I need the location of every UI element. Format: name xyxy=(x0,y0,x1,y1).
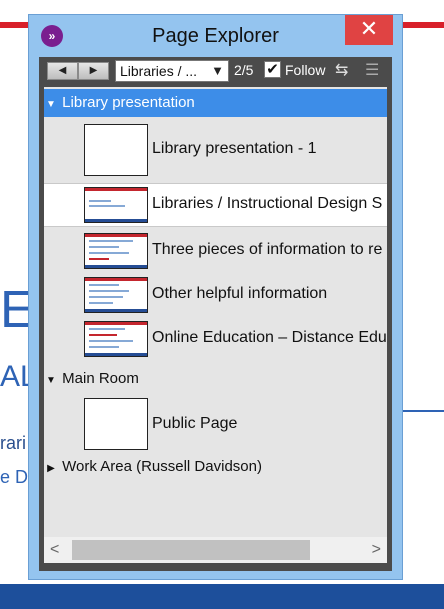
tree-page-item-selected[interactable]: Libraries / Instructional Design S xyxy=(44,183,387,227)
tree-group-label: Work Area (Russell Davidson) xyxy=(62,458,262,475)
scrollbar-thumb[interactable] xyxy=(72,540,310,560)
tree-page-label: Online Education – Distance Edu xyxy=(152,329,387,346)
background-text-line-2: e D xyxy=(0,467,29,487)
tree-page-label: Public Page xyxy=(152,415,238,432)
blank-page-thumbnail-icon xyxy=(84,398,148,450)
page-explorer-window: » Page Explorer ✕ ◀ ▶ Libraries / ... ▼ … xyxy=(28,14,403,580)
tree-page-label: Other helpful information xyxy=(152,285,328,302)
background-text-line-1: rari xyxy=(0,433,26,453)
slide-thumbnail-icon xyxy=(84,321,148,357)
page-select-dropdown[interactable]: Libraries / ... ▼ xyxy=(115,60,229,82)
next-page-button[interactable]: ▶ xyxy=(78,62,109,80)
horizontal-scrollbar[interactable]: < > xyxy=(44,537,387,563)
page-nav-group: ◀ ▶ xyxy=(47,62,109,80)
tree-page-item[interactable]: Library presentation - 1 xyxy=(44,121,387,179)
scroll-right-icon[interactable]: > xyxy=(372,541,381,559)
blank-page-thumbnail-icon xyxy=(84,124,148,176)
page-counter: 2/5 xyxy=(234,62,254,78)
explorer-frame: ◀ ▶ Libraries / ... ▼ 2/5 ✔ Follow ⇆ ☰ ▼… xyxy=(39,57,392,571)
tree-page-label: Library presentation - 1 xyxy=(152,140,317,157)
tree-page-label: Libraries / Instructional Design S xyxy=(152,195,383,212)
tree-page-label: Three pieces of information to re xyxy=(152,241,383,258)
scroll-left-icon[interactable]: < xyxy=(50,541,59,559)
follow-label: Follow xyxy=(285,62,326,78)
slide-thumbnail-icon xyxy=(84,233,148,269)
caret-collapsed-icon[interactable]: ▶ xyxy=(44,455,58,483)
swap-arrows-icon[interactable]: ⇆ xyxy=(335,60,348,80)
tree-group-main-room[interactable]: ▼ Main Room xyxy=(44,365,387,393)
menu-icon[interactable]: ☰ xyxy=(365,60,379,80)
tree-group-label: Main Room xyxy=(62,370,139,387)
caret-expanded-icon[interactable]: ▼ xyxy=(44,91,58,119)
page-tree-panel: ▼ Library presentation Library presentat… xyxy=(44,87,387,563)
tree-page-item[interactable]: Other helpful information xyxy=(44,273,387,317)
close-button[interactable]: ✕ xyxy=(345,15,393,45)
tree-group-label: Library presentation xyxy=(62,94,195,111)
slide-thumbnail-icon xyxy=(84,277,148,313)
chevron-down-icon: ▼ xyxy=(211,63,224,78)
follow-checkbox[interactable]: ✔ xyxy=(264,61,281,78)
tree-group-library-presentation[interactable]: ▼ Library presentation xyxy=(44,89,387,117)
caret-expanded-icon[interactable]: ▼ xyxy=(44,367,58,395)
tree-page-item[interactable]: Three pieces of information to re xyxy=(44,229,387,273)
tree-page-item[interactable]: Public Page xyxy=(44,395,387,453)
tree-group-work-area[interactable]: ▶ Work Area (Russell Davidson) xyxy=(44,453,387,481)
slide-thumbnail-icon xyxy=(84,187,148,223)
previous-page-button[interactable]: ◀ xyxy=(47,62,78,80)
window-titlebar[interactable]: » Page Explorer ✕ xyxy=(29,15,402,55)
toolbar: ◀ ▶ Libraries / ... ▼ 2/5 ✔ Follow ⇆ ☰ xyxy=(39,57,392,85)
background-divider xyxy=(400,410,444,412)
tree-page-item[interactable]: Online Education – Distance Edu xyxy=(44,317,387,361)
background-bottombar xyxy=(0,584,444,609)
page-select-value: Libraries / ... xyxy=(120,63,198,79)
